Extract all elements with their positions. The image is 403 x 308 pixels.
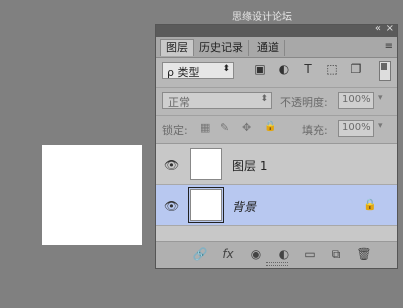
lock-position-icon[interactable]: ✥ [242,121,251,134]
layer-thumbnail[interactable] [190,148,222,180]
lock-label: 锁定: [162,124,188,137]
lock-transparent-icon[interactable]: ▦ [200,121,210,134]
opacity-label: 不透明度: [280,96,328,109]
layers-list: 👁 图层 1 👁 背景 🔒 [156,143,397,244]
layer-row-background[interactable]: 👁 背景 🔒 [156,185,397,226]
tab-history[interactable]: 历史记录 [194,40,249,56]
text-filter-icon[interactable]: T [300,62,316,78]
trash-icon[interactable]: 🗑 [356,247,372,263]
resize-grip[interactable] [266,262,288,266]
shape-filter-icon[interactable]: ⬚ [324,62,340,78]
lock-icon: 🔒 [363,198,377,211]
filter-toggle-switch[interactable] [379,61,391,81]
collapse-icon[interactable]: « [375,23,381,34]
opacity-dropdown-icon[interactable]: ▾ [378,93,383,103]
panel-menu-icon[interactable]: ≡ [385,41,393,52]
image-filter-icon[interactable]: ▣ [252,62,268,78]
select-arrows-icon: ⬍ [222,64,230,74]
layer-name[interactable]: 背景 [232,198,256,215]
eye-icon[interactable]: 👁 [164,199,179,213]
blend-row: 正常 ⬍ 不透明度: 100% ▾ [156,87,397,114]
fill-dropdown-icon[interactable]: ▾ [378,121,383,131]
close-icon[interactable]: × [386,23,394,34]
blend-mode-value: 正常 [168,96,190,109]
smart-object-filter-icon[interactable]: ❐ [348,62,364,78]
layer-thumbnail[interactable] [188,187,224,223]
new-layer-icon[interactable]: ⧉ [328,247,344,263]
eye-icon[interactable]: 👁 [164,158,179,172]
add-mask-icon[interactable]: ◉ [248,247,264,263]
filter-type-select[interactable]: ρ 类型 ⬍ [162,62,234,79]
opacity-input[interactable]: 100% [338,92,374,109]
adjustment-layer-icon[interactable]: ◐ [276,247,292,263]
select-arrows-icon: ⬍ [260,94,268,104]
new-group-icon[interactable]: ▭ [302,247,318,263]
panel-top-bar: « × [156,23,397,37]
panel-bottom-toolbar: 🔗 fx ◉ ◐ ▭ ⧉ 🗑 [156,241,397,268]
fx-icon[interactable]: fx [220,247,236,263]
layers-panel: « × 图层 历史记录 通道 ≡ ρ 类型 ⬍ ▣ ◐ T ⬚ ❐ 正常 ⬍ 不… [155,23,398,269]
link-layers-icon[interactable]: 🔗 [192,247,208,263]
blend-mode-select[interactable]: 正常 ⬍ [162,92,272,109]
filter-row: ρ 类型 ⬍ ▣ ◐ T ⬚ ❐ [156,59,397,85]
document-canvas[interactable] [42,145,142,245]
tab-channels[interactable]: 通道 [252,40,285,56]
lock-row: 锁定: ▦ ✎ ✥ 🔒 填充: 100% ▾ [156,115,397,142]
layer-name[interactable]: 图层 1 [232,157,267,174]
fill-input[interactable]: 100% [338,120,374,137]
layer-row-layer1[interactable]: 👁 图层 1 [156,144,397,185]
adjustment-filter-icon[interactable]: ◐ [276,62,292,78]
tab-layers[interactable]: 图层 [160,39,194,56]
lock-image-icon[interactable]: ✎ [220,121,229,134]
panel-tabs: 图层 历史记录 通道 ≡ [156,37,397,58]
fill-label: 填充: [302,124,328,137]
filter-type-label: ρ 类型 [167,66,200,79]
lock-all-icon[interactable]: 🔒 [264,121,276,132]
